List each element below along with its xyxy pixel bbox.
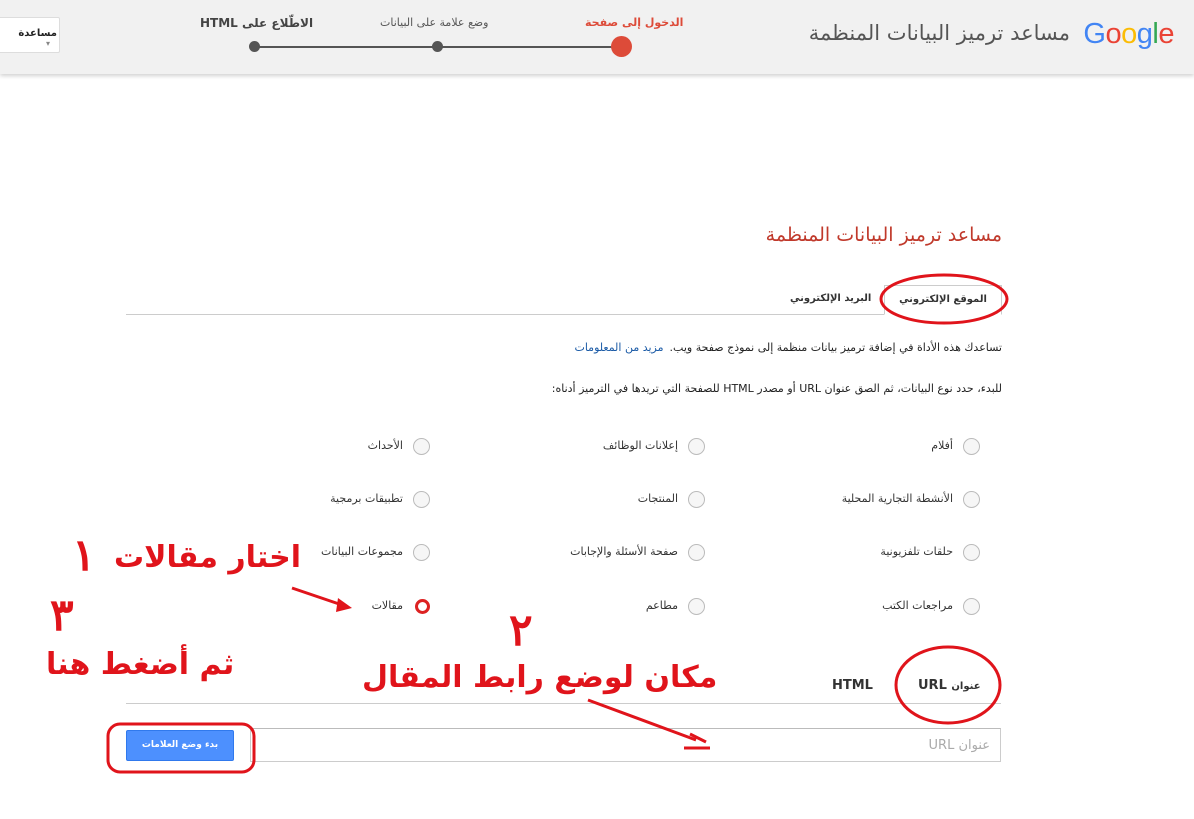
radio-button[interactable] [688, 491, 705, 508]
tab-html[interactable]: HTML [832, 678, 873, 693]
learn-more-link[interactable]: مزيد من المعلومات [574, 341, 663, 354]
intro-text: تساعدك هذه الأداة في إضافة ترميز بيانات … [574, 341, 1002, 354]
data-type-option[interactable]: صفحة الأسئلة والإجابات [530, 544, 705, 564]
radio-button[interactable] [963, 438, 980, 455]
google-logo: Google [1083, 18, 1174, 51]
data-type-label: مطاعم [645, 599, 678, 612]
stepper-line [437, 46, 621, 48]
data-type-label: أفلام [931, 439, 953, 452]
app-title: مساعد ترميز البيانات المنظمة [808, 21, 1070, 45]
data-type-label: حلقات تلفزيونية [880, 545, 953, 558]
data-type-label: إعلانات الوظائف [602, 439, 678, 452]
data-type-option[interactable]: تطبيقات برمجية [300, 491, 430, 511]
radio-button[interactable] [688, 544, 705, 561]
data-type-option[interactable]: حلقات تلفزيونية [830, 544, 980, 564]
radio-button-selected[interactable] [415, 599, 430, 614]
radio-button[interactable] [688, 438, 705, 455]
step-tag-data-dot [432, 41, 443, 52]
data-type-label: مراجعات الكتب [882, 599, 953, 612]
intro-sentence: تساعدك هذه الأداة في إضافة ترميز بيانات … [669, 341, 1002, 354]
radio-button[interactable] [963, 598, 980, 615]
logo-letter: e [1158, 18, 1174, 50]
data-type-label: الأنشطة التجارية المحلية [841, 492, 953, 505]
data-type-option[interactable]: أفلام [860, 438, 980, 458]
arrow-line [291, 586, 346, 608]
step-tag-data-label: وضع علامة على البيانات [380, 16, 489, 29]
tab-url-suffix: URL [918, 678, 947, 693]
instructions-text: للبدء، حدد نوع البيانات، ثم الصق عنوان U… [551, 382, 1002, 395]
step-enter-page-label: الدخول إلى صفحة [585, 16, 684, 29]
data-type-option[interactable]: مقالات [350, 598, 430, 618]
data-type-label: الأحداث [367, 439, 403, 452]
data-type-label: صفحة الأسئلة والإجابات [570, 545, 678, 558]
data-type-option[interactable]: المنتجات [600, 491, 705, 511]
tab-website[interactable]: الموقع الإلكتروني [884, 285, 1002, 315]
annotation-step3-text: ثم أضغط هنا [46, 647, 235, 682]
logo-letter: o [1105, 18, 1122, 50]
data-type-label: مجموعات البيانات [321, 545, 403, 558]
annotation-step1-text: اختار مقالات [114, 540, 302, 575]
data-type-option[interactable]: مطاعم [620, 598, 705, 618]
radio-button[interactable] [688, 598, 705, 615]
step-enter-page-dot [611, 36, 632, 57]
data-type-label: تطبيقات برمجية [330, 492, 403, 505]
logo-letter: G [1083, 18, 1106, 50]
logo-letter: g [1136, 18, 1153, 50]
dropdown-icon: ▾ [45, 39, 50, 48]
radio-button[interactable] [413, 491, 430, 508]
top-bar: مساعدة ▾ الاطّلاع على HTML وضع علامة على… [0, 0, 1194, 74]
annotation-overlay [106, 273, 1009, 774]
help-button-label: مساعدة [18, 28, 57, 39]
annotation-step2-number: ٢ [509, 605, 533, 656]
annotation-step1-number: ١ [72, 530, 96, 581]
tabs-divider [126, 314, 1001, 315]
start-tagging-button[interactable]: بدء وضع العلامات [126, 730, 234, 761]
page-title: مساعد ترميز البيانات المنظمة [765, 224, 1002, 246]
data-type-label: مقالات [371, 599, 403, 612]
source-tabs-divider [126, 703, 1001, 704]
data-type-option[interactable]: مراجعات الكتب [830, 598, 980, 618]
data-type-label: المنتجات [637, 492, 678, 505]
step-view-html-dot [249, 41, 260, 52]
radio-button[interactable] [413, 544, 430, 561]
logo-letter: o [1121, 18, 1137, 50]
annotation-step3-number: ٣ [50, 590, 74, 641]
tab-email[interactable]: البريد الإلكتروني [790, 293, 871, 304]
tab-url-prefix: عنوان [951, 681, 981, 692]
radio-button[interactable] [963, 544, 980, 561]
radio-button[interactable] [963, 491, 980, 508]
stepper-line [254, 46, 437, 48]
data-type-option[interactable]: مجموعات البيانات [290, 544, 430, 564]
step-view-html-label: الاطّلاع على HTML [200, 16, 314, 30]
radio-button[interactable] [413, 438, 430, 455]
data-type-option[interactable]: الأحداث [340, 438, 430, 458]
url-input[interactable] [250, 728, 1001, 762]
annotation-step2-text: مكان لوضع رابط المقال [362, 660, 718, 695]
tab-url[interactable]: عنوان URL [918, 678, 981, 693]
data-type-option[interactable]: إعلانات الوظائف [560, 438, 705, 458]
help-button[interactable]: مساعدة ▾ [0, 17, 60, 53]
data-type-option[interactable]: الأنشطة التجارية المحلية [800, 491, 980, 511]
